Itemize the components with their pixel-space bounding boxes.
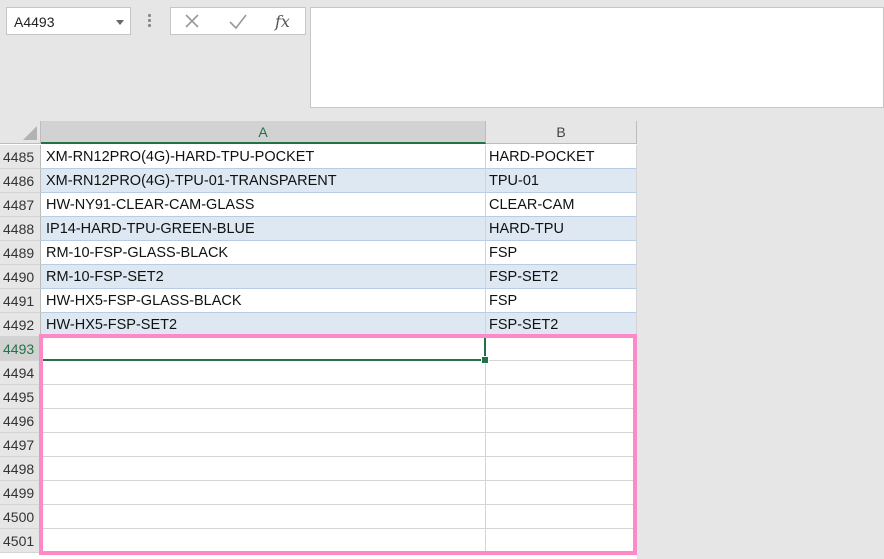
name-box-value: A4493 xyxy=(14,14,55,30)
table-row: 4491 HW-HX5-FSP-GLASS-BLACK FSP xyxy=(0,289,637,313)
row-header[interactable]: 4498 xyxy=(0,457,41,481)
drag-handle-icon[interactable] xyxy=(148,14,151,28)
cell-b[interactable]: FSP xyxy=(486,289,637,313)
name-box[interactable]: A4493 xyxy=(6,7,131,35)
cell-a[interactable]: IP14-HARD-TPU-GREEN-BLUE xyxy=(41,217,486,241)
chevron-down-icon[interactable] xyxy=(116,20,124,25)
row-header[interactable]: 4497 xyxy=(0,433,41,457)
row-header[interactable]: 4486 xyxy=(0,169,41,193)
check-icon[interactable] xyxy=(225,11,251,33)
cell-b[interactable]: HARD-TPU xyxy=(486,217,637,241)
row-header[interactable]: 4489 xyxy=(0,241,41,265)
row-header[interactable]: 4488 xyxy=(0,217,41,241)
column-header-a[interactable]: A xyxy=(41,121,486,144)
table-row: 4490 RM-10-FSP-SET2 FSP-SET2 xyxy=(0,265,637,289)
table-row: 4486 XM-RN12PRO(4G)-TPU-01-TRANSPARENT T… xyxy=(0,169,637,193)
table-row: 4488 IP14-HARD-TPU-GREEN-BLUE HARD-TPU xyxy=(0,217,637,241)
insert-function-button[interactable]: fx xyxy=(269,11,295,33)
cell-b[interactable]: CLEAR-CAM xyxy=(486,193,637,217)
cell-a[interactable]: XM-RN12PRO(4G)-HARD-TPU-POCKET xyxy=(41,145,486,169)
formula-buttons: fx xyxy=(170,7,306,35)
cell-a[interactable]: RM-10-FSP-SET2 xyxy=(41,265,486,289)
row-header[interactable]: 4490 xyxy=(0,265,41,289)
table-row: 4487 HW-NY91-CLEAR-CAM-GLASS CLEAR-CAM xyxy=(0,193,637,217)
row-header[interactable]: 4501 xyxy=(0,529,41,553)
cell-b[interactable]: FSP-SET2 xyxy=(486,265,637,289)
row-header[interactable]: 4485 xyxy=(0,145,41,169)
row-header[interactable]: 4491 xyxy=(0,289,41,313)
table-row: 4489 RM-10-FSP-GLASS-BLACK FSP xyxy=(0,241,637,265)
formula-input[interactable] xyxy=(310,7,884,108)
cell-a[interactable]: HW-NY91-CLEAR-CAM-GLASS xyxy=(41,193,486,217)
row-header[interactable]: 4493 xyxy=(0,337,41,361)
row-header[interactable]: 4492 xyxy=(0,313,41,337)
highlight-annotation-box xyxy=(39,334,637,555)
fx-label: fx xyxy=(275,12,290,31)
row-header[interactable]: 4496 xyxy=(0,409,41,433)
cell-a[interactable]: HW-HX5-FSP-GLASS-BLACK xyxy=(41,289,486,313)
cell-b[interactable]: HARD-POCKET xyxy=(486,145,637,169)
row-header[interactable]: 4494 xyxy=(0,361,41,385)
cell-b[interactable]: FSP xyxy=(486,241,637,265)
cell-a[interactable]: XM-RN12PRO(4G)-TPU-01-TRANSPARENT xyxy=(41,169,486,193)
row-header[interactable]: 4487 xyxy=(0,193,41,217)
table-row: 4485 XM-RN12PRO(4G)-HARD-TPU-POCKET HARD… xyxy=(0,145,637,169)
row-header[interactable]: 4495 xyxy=(0,385,41,409)
close-icon[interactable] xyxy=(179,11,205,33)
select-all-icon xyxy=(23,126,37,140)
select-all-button[interactable] xyxy=(0,121,41,144)
column-header-b[interactable]: B xyxy=(486,121,637,144)
row-header[interactable]: 4499 xyxy=(0,481,41,505)
cell-b[interactable]: TPU-01 xyxy=(486,169,637,193)
row-header[interactable]: 4500 xyxy=(0,505,41,529)
cell-a[interactable]: RM-10-FSP-GLASS-BLACK xyxy=(41,241,486,265)
